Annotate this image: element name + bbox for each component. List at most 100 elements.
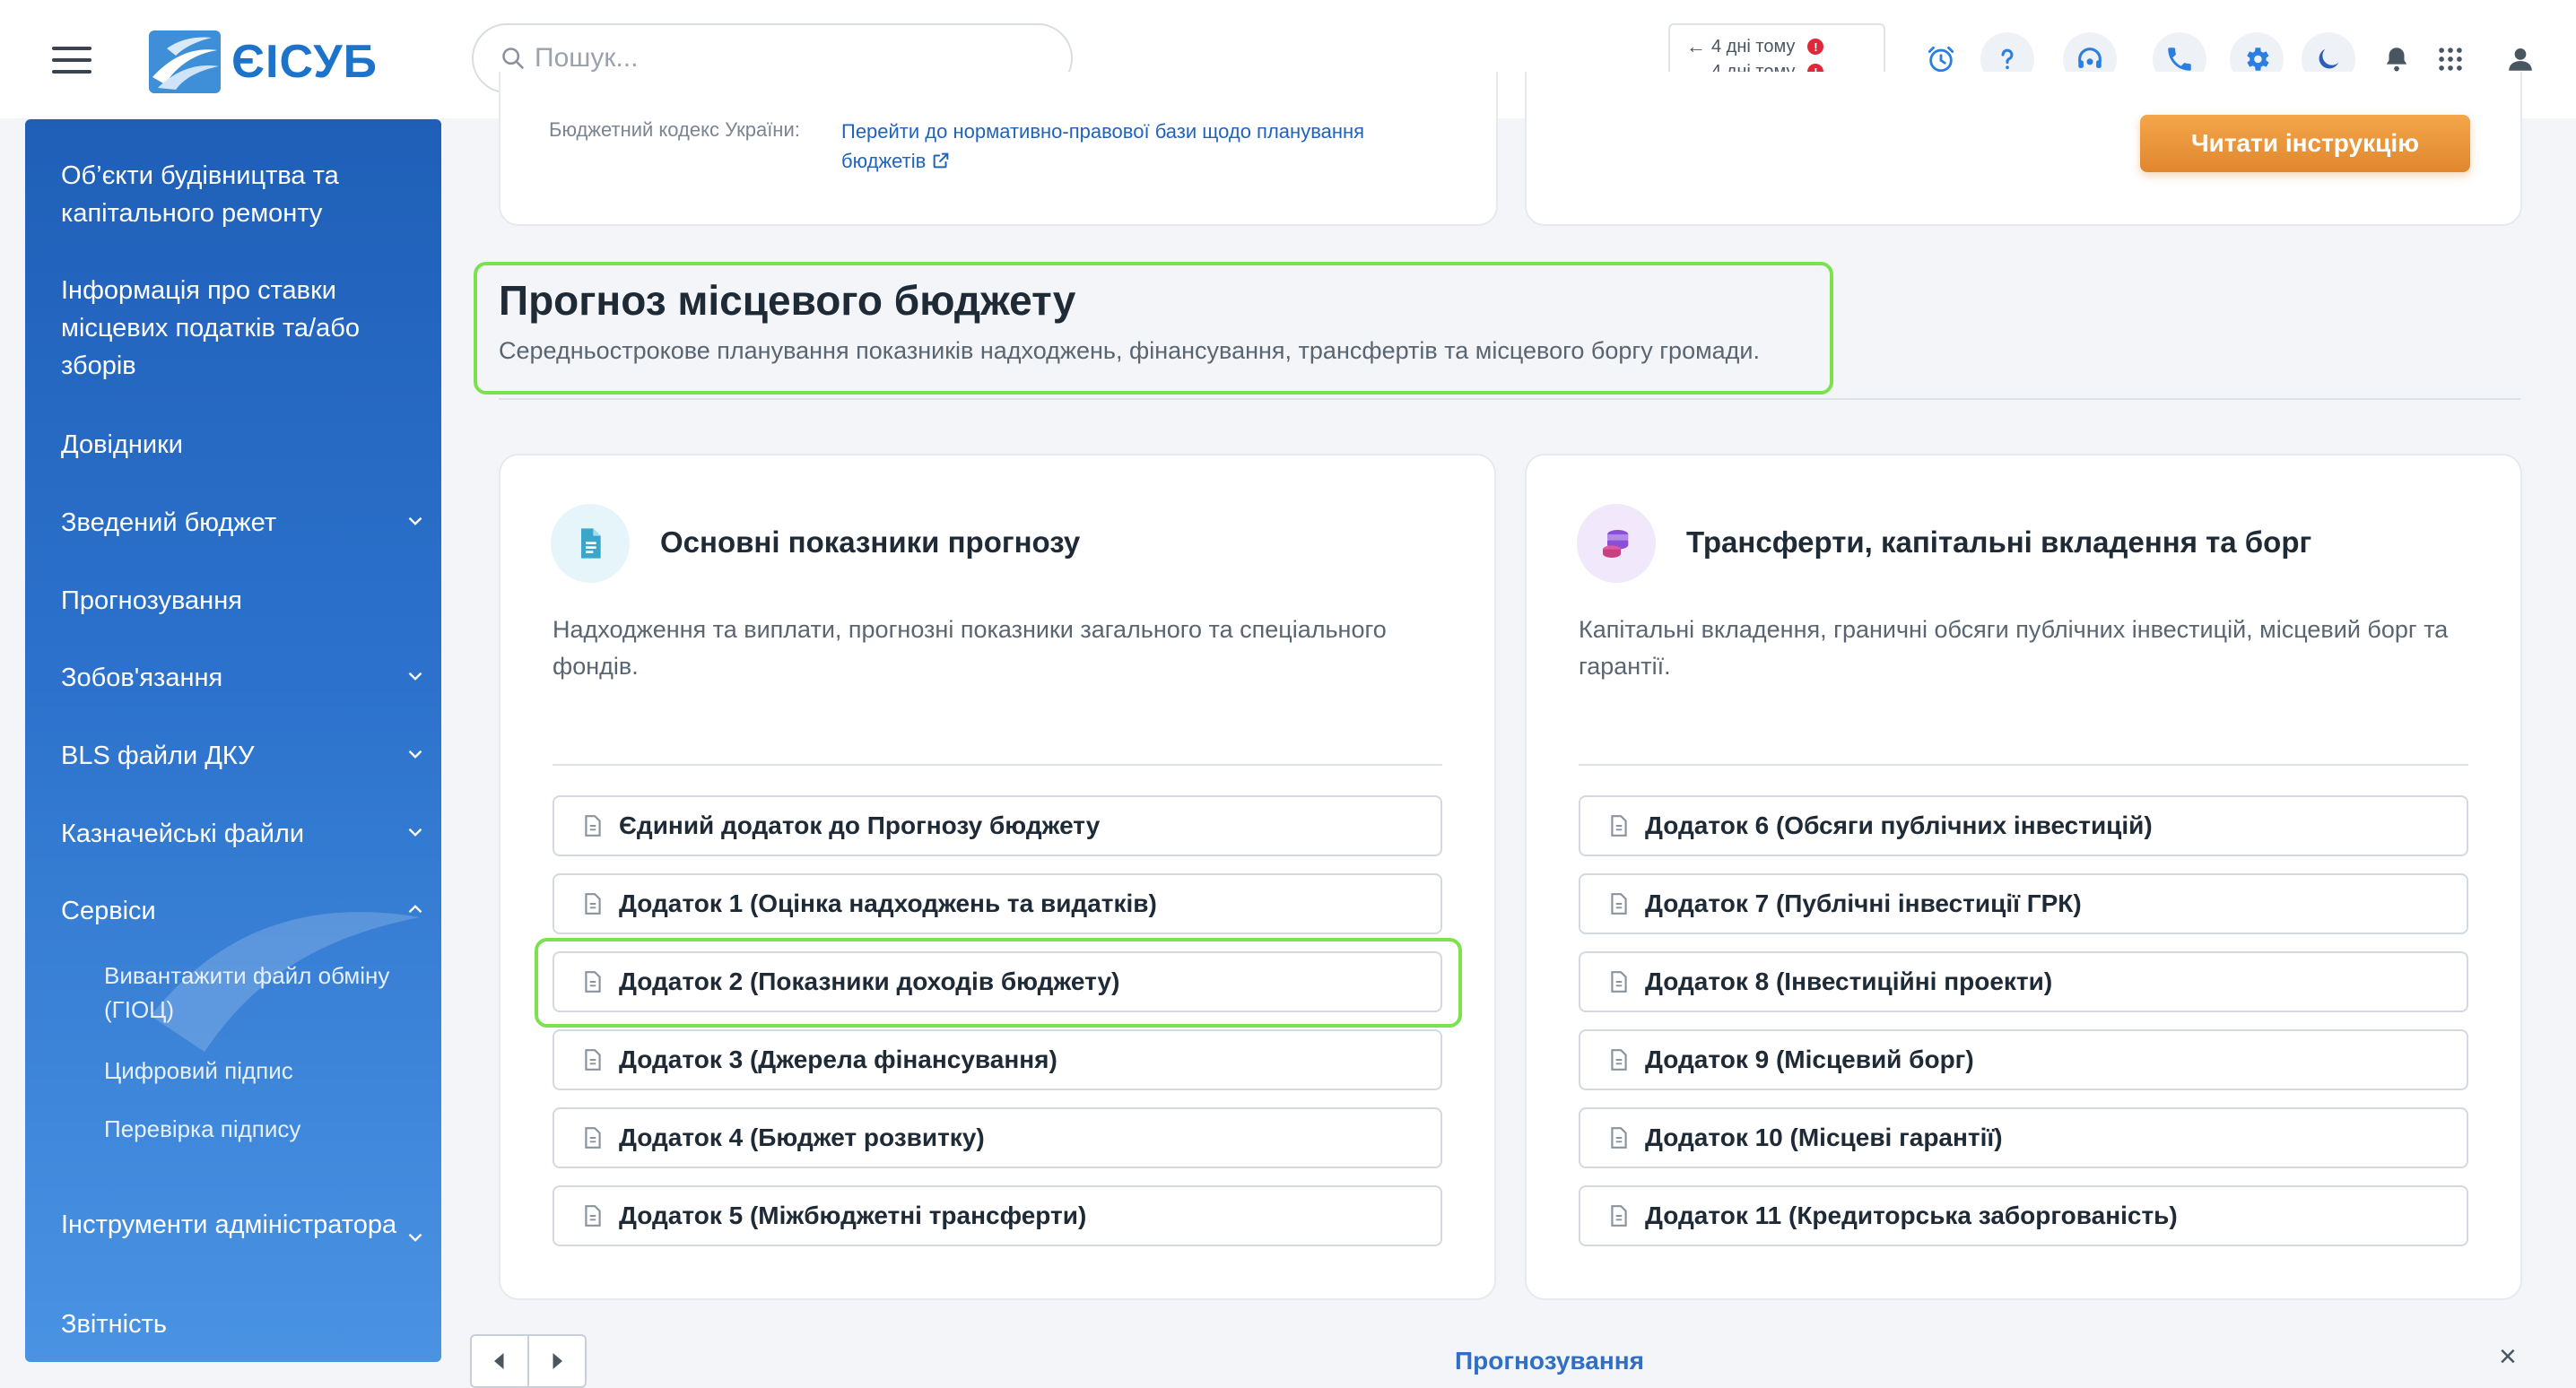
file-icon — [585, 1127, 601, 1149]
history-back[interactable]: ← 4 дні тому ! — [1686, 34, 1867, 59]
doc-button-appendix-4[interactable]: Додаток 4 (Бюджет розвитку) — [553, 1107, 1442, 1168]
history-back-label: 4 дні тому — [1711, 36, 1796, 56]
caret-right-icon — [553, 1353, 562, 1369]
sidebar-item-forecasting[interactable]: Прогнозування — [61, 582, 420, 620]
next-tab-button[interactable] — [527, 1336, 585, 1386]
chevron-down-icon — [408, 1233, 422, 1242]
sidebar-item-obligations[interactable]: Зобов'язання — [61, 659, 422, 697]
sidebar-item-label: Сервіси — [61, 897, 156, 925]
prev-tab-button[interactable] — [472, 1336, 527, 1386]
arrow-left-icon: ← — [1686, 35, 1706, 57]
tab-pager — [470, 1334, 587, 1388]
file-icon — [585, 1205, 601, 1227]
budget-code-link-text: Перейти до нормативно-правової бази щодо… — [841, 120, 1365, 172]
sidebar-item-treasury-files[interactable]: Казначейські файли — [61, 815, 422, 853]
card-divider — [1579, 764, 2468, 766]
sidebar: Об’єкти будівництва та капітального ремо… — [25, 119, 441, 1362]
card-description: Капітальні вкладення, граничні обсяги пу… — [1579, 616, 2449, 680]
sidebar-item-label: Зведений бюджет — [61, 508, 277, 537]
page-subtitle: Середньострокове планування показників н… — [499, 337, 1761, 364]
chevron-down-icon — [408, 750, 422, 759]
sidebar-item-label: Прогнозування — [61, 586, 242, 615]
doc-button-appendix-3[interactable]: Додаток 3 (Джерела фінансування) — [553, 1029, 1442, 1090]
caret-left-icon — [494, 1353, 504, 1369]
sidebar-item-label: Зобов'язання — [61, 664, 223, 692]
sidebar-item-label: Звітність — [61, 1310, 167, 1339]
coins-stack-icon — [1577, 504, 1656, 583]
file-icon — [585, 893, 601, 915]
doc-button-label: Додаток 4 (Бюджет розвитку) — [619, 1123, 985, 1151]
doc-button-label: Додаток 9 (Місцевий борг) — [1645, 1045, 1974, 1073]
doc-button-label: Додаток 10 (Місцеві гарантії) — [1645, 1123, 2003, 1151]
sidebar-item-label: Інформація про ставки місцевих податків … — [61, 276, 360, 380]
alert-badge: ! — [1807, 39, 1824, 55]
logo-emblem-icon — [149, 30, 221, 93]
page-title: Прогноз місцевого бюджету — [499, 277, 1076, 324]
document-icon — [551, 504, 630, 583]
file-icon — [585, 971, 601, 993]
sidebar-item-label: BLS файли ДКУ — [61, 742, 255, 770]
file-icon — [585, 815, 601, 837]
doc-button-appendix-9[interactable]: Додаток 9 (Місцевий борг) — [1579, 1029, 2468, 1090]
sidebar-item-label: Казначейські файли — [61, 820, 305, 848]
sidebar-item-reporting[interactable]: Звітність — [61, 1306, 420, 1343]
logo-text: ЄІСУБ — [231, 36, 379, 88]
doc-button-label: Додаток 6 (Обсяги публічних інвестицій) — [1645, 811, 2153, 839]
doc-button-appendix-6[interactable]: Додаток 6 (Обсяги публічних інвестицій) — [1579, 795, 2468, 856]
doc-button-label: Додаток 3 (Джерела фінансування) — [619, 1045, 1057, 1073]
card-description: Надходження та виплати, прогнозні показн… — [553, 616, 1387, 680]
doc-button-label: Додаток 1 (Оцінка надходжень та видатків… — [619, 889, 1157, 917]
file-icon — [1611, 1049, 1627, 1071]
doc-button-appendix-8[interactable]: Додаток 8 (Інвестиційні проекти) — [1579, 951, 2468, 1012]
sidebar-item-label: Інструменти адміністратора — [61, 1210, 397, 1239]
menu-hamburger-icon[interactable] — [52, 47, 91, 74]
sidebar-item-local-tax-rates[interactable]: Інформація про ставки місцевих податків … — [61, 272, 420, 385]
doc-button-appendix-1[interactable]: Додаток 1 (Оцінка надходжень та видатків… — [553, 873, 1442, 934]
sidebar-item-consolidated-budget[interactable]: Зведений бюджет — [61, 504, 422, 542]
sidebar-item-admin-tools[interactable]: Інструменти адміністратора — [61, 1206, 422, 1244]
doc-button-label: Додаток 8 (Інвестиційні проекти) — [1645, 967, 2053, 995]
doc-button-label: Додаток 11 (Кредиторська заборгованість) — [1645, 1201, 2178, 1229]
external-link-icon — [933, 152, 949, 169]
sidebar-item-construction-objects[interactable]: Об’єкти будівництва та капітального ремо… — [61, 157, 420, 232]
sidebar-item-label: Об’єкти будівництва та капітального ремо… — [61, 161, 339, 228]
chevron-down-icon — [408, 672, 422, 681]
sidebar-item-bls-files[interactable]: BLS файли ДКУ — [61, 737, 422, 775]
doc-button-appendix-11[interactable]: Додаток 11 (Кредиторська заборгованість) — [1579, 1185, 2468, 1246]
sidebar-subitem-export-exchange-file[interactable]: Вивантажити файл обміну (ГІОЦ) — [104, 959, 400, 1027]
sidebar-item-services[interactable]: Сервіси — [61, 892, 422, 930]
search-icon — [502, 48, 524, 69]
chevron-down-icon — [408, 828, 422, 837]
doc-button-appendix-10[interactable]: Додаток 10 (Місцеві гарантії) — [1579, 1107, 2468, 1168]
sidebar-item-directories[interactable]: Довідники — [61, 426, 420, 464]
card-title: Основні показники прогнозу — [660, 525, 1081, 559]
close-icon[interactable]: × — [2499, 1340, 2517, 1375]
read-instruction-button[interactable]: Читати інструкцію — [2140, 115, 2470, 172]
file-icon — [1611, 893, 1627, 915]
doc-button-label: Єдиний додаток до Прогнозу бюджету — [619, 811, 1101, 839]
file-icon — [1611, 1205, 1627, 1227]
budget-code-label: Бюджетний кодекс України: — [549, 118, 800, 141]
search-input[interactable] — [535, 43, 1037, 74]
chevron-up-icon — [408, 905, 422, 914]
sidebar-subitem-digital-signature[interactable]: Цифровий підпис — [104, 1054, 400, 1088]
doc-button-unified-appendix[interactable]: Єдиний додаток до Прогнозу бюджету — [553, 795, 1442, 856]
doc-button-label: Додаток 7 (Публічні інвестиції ГРК) — [1645, 889, 2082, 917]
doc-button-label: Додаток 2 (Показники доходів бюджету) — [619, 967, 1120, 995]
section-divider — [499, 398, 2520, 400]
doc-button-appendix-5[interactable]: Додаток 5 (Міжбюджетні трансферти) — [553, 1185, 1442, 1246]
active-tab-title[interactable]: Прогнозування — [1455, 1347, 1644, 1375]
file-icon — [1611, 971, 1627, 993]
doc-button-appendix-7[interactable]: Додаток 7 (Публічні інвестиції ГРК) — [1579, 873, 2468, 934]
logo[interactable]: ЄІСУБ — [149, 30, 378, 93]
doc-button-label: Додаток 5 (Міжбюджетні трансферти) — [619, 1201, 1087, 1229]
sidebar-subitem-signature-check[interactable]: Перевірка підпису — [104, 1112, 400, 1146]
file-icon — [585, 1049, 601, 1071]
budget-code-link[interactable]: Перейти до нормативно-правової бази щодо… — [841, 117, 1433, 176]
file-icon — [1611, 815, 1627, 837]
file-icon — [1611, 1127, 1627, 1149]
doc-button-appendix-2[interactable]: Додаток 2 (Показники доходів бюджету) — [553, 951, 1442, 1012]
card-title: Трансферти, капітальні вкладення та борг — [1686, 525, 2312, 559]
chevron-down-icon — [408, 516, 422, 525]
card-divider — [553, 764, 1442, 766]
